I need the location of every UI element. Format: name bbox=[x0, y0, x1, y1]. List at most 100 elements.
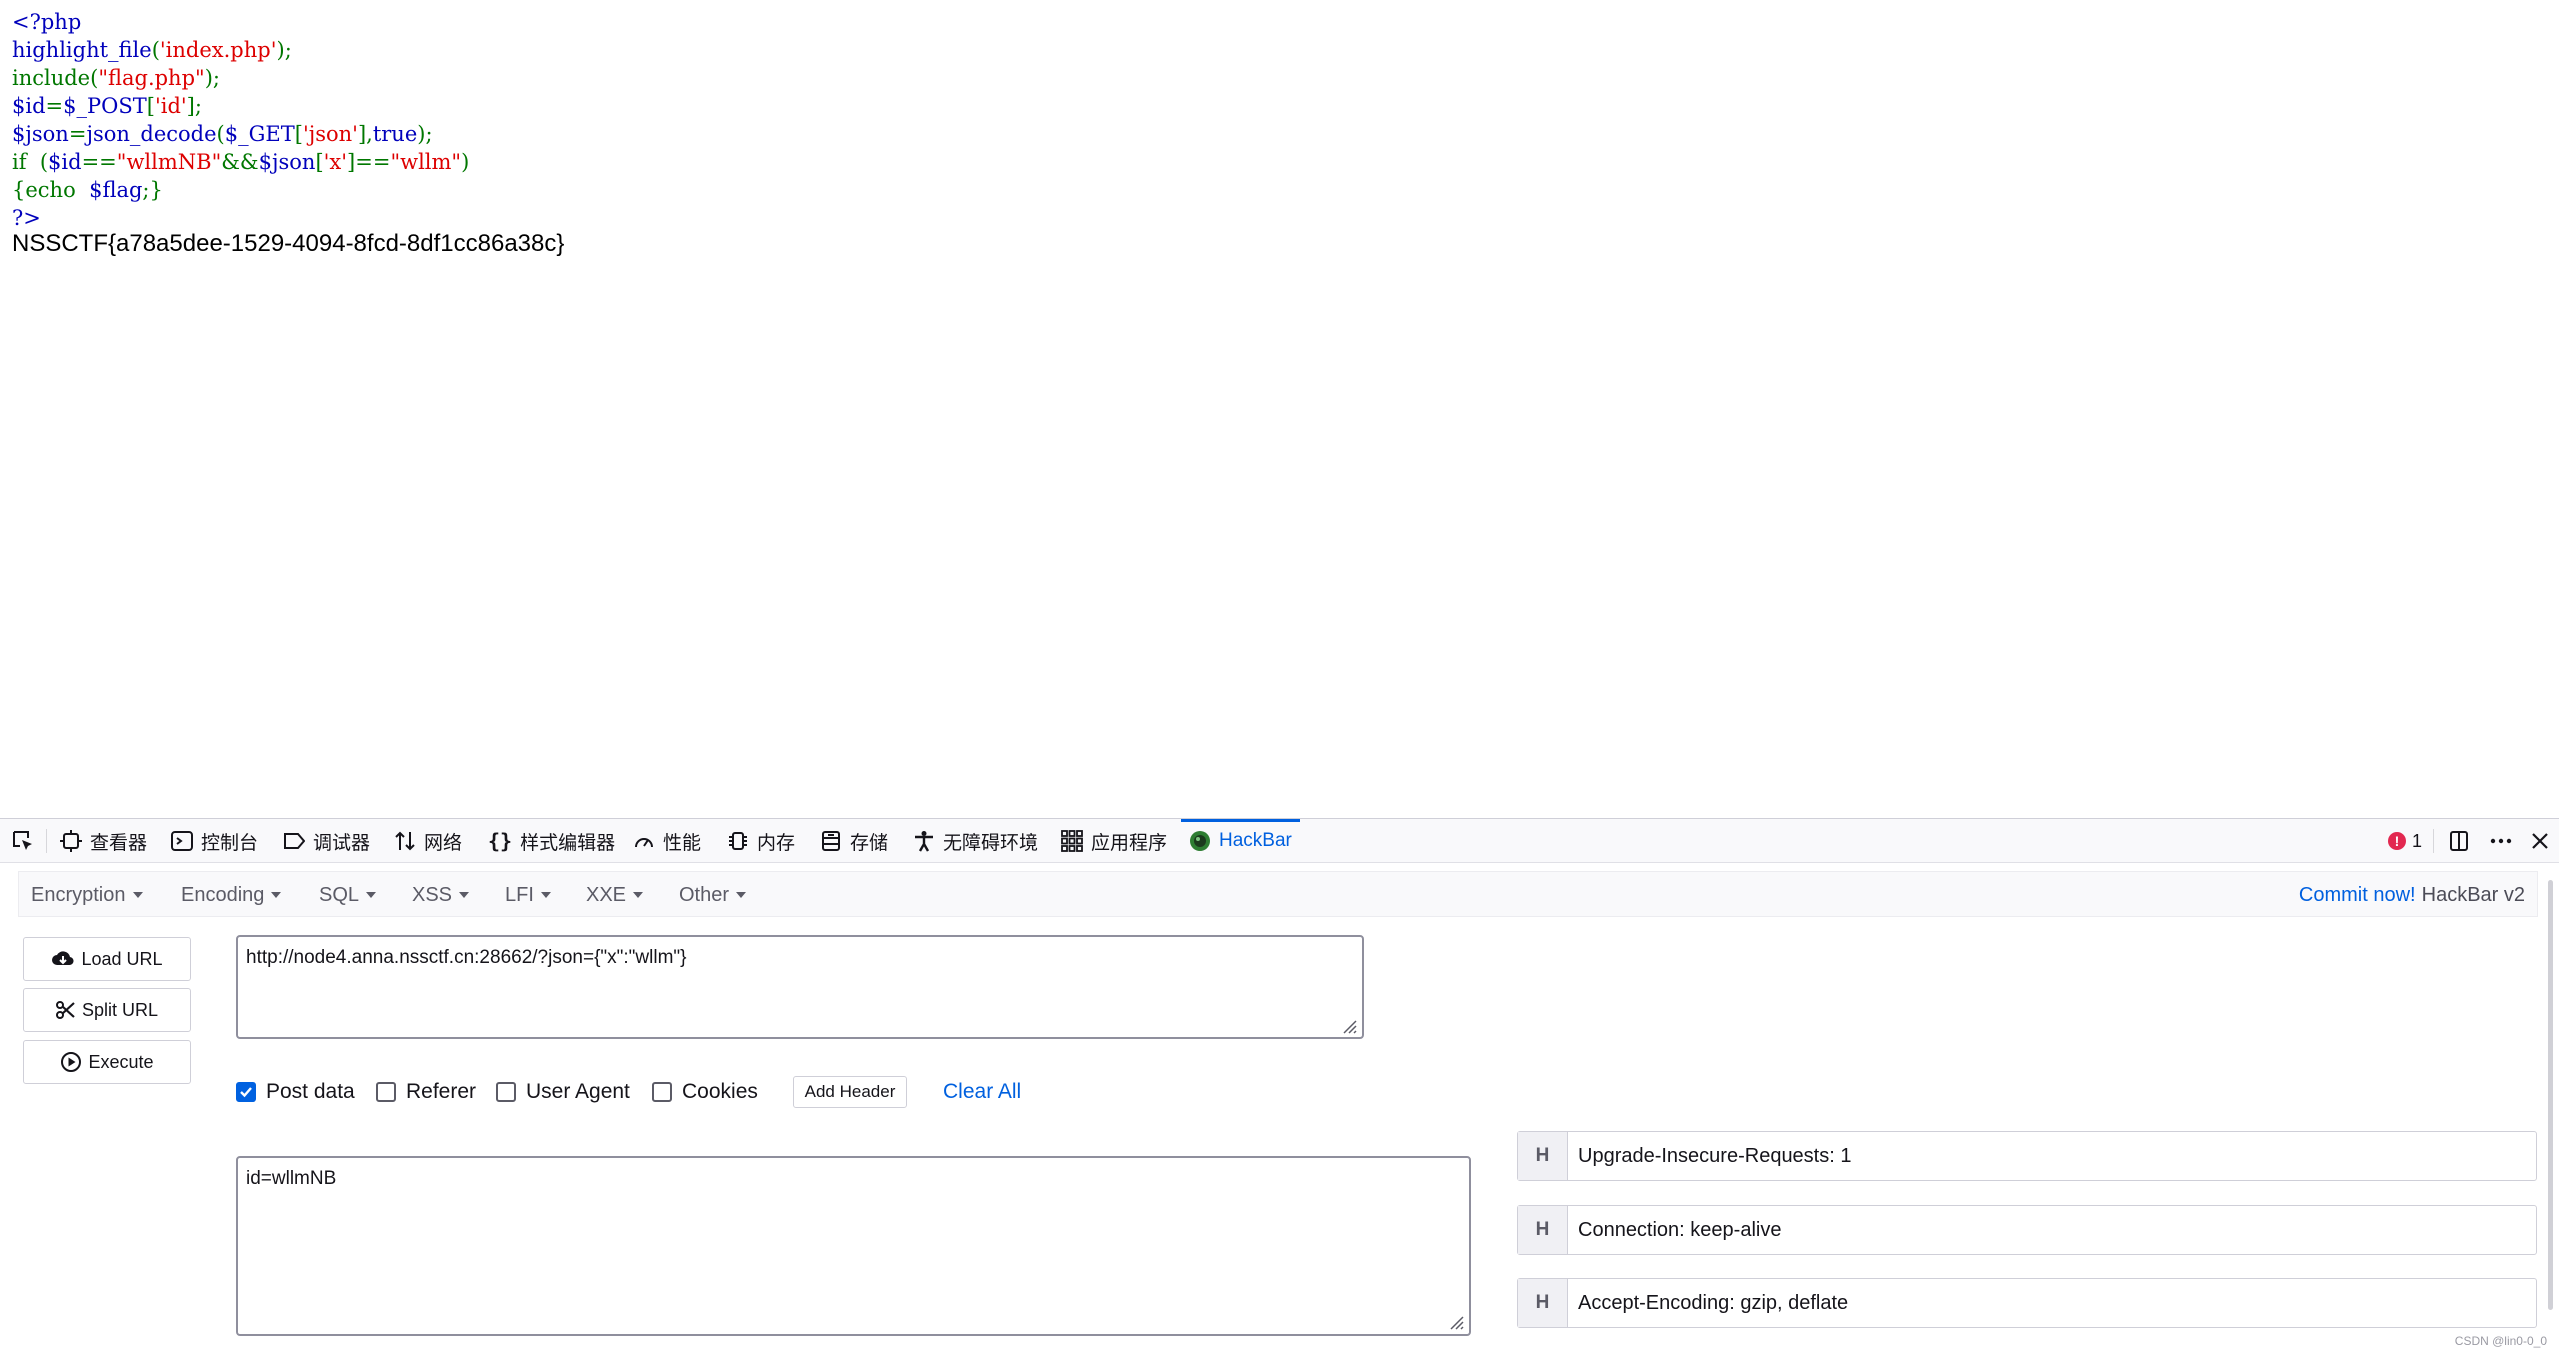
error-counter[interactable]: ! 1 bbox=[2388, 819, 2422, 863]
post-data-checkbox[interactable]: Post data bbox=[236, 1077, 355, 1107]
tab-debugger[interactable]: 调试器 bbox=[283, 819, 370, 863]
code-token: ); bbox=[276, 38, 292, 62]
code-line: <?php bbox=[12, 8, 469, 36]
code-token: [ bbox=[146, 94, 155, 118]
header-value[interactable]: Connection: keep-alive bbox=[1568, 1206, 2536, 1254]
code-token: == bbox=[81, 150, 117, 174]
checkbox-icon bbox=[652, 1082, 672, 1102]
post-data-label: Post data bbox=[266, 1080, 355, 1103]
hackbar-version: HackBar v2 bbox=[2421, 883, 2525, 906]
menu-xxe[interactable]: XXE bbox=[586, 872, 644, 918]
memory-chip-icon bbox=[729, 832, 747, 850]
code-token: include( bbox=[12, 66, 99, 90]
commit-link[interactable]: Commit now! HackBar v2 bbox=[2299, 872, 2525, 918]
caret-down-icon bbox=[540, 892, 551, 898]
header-row[interactable]: H Upgrade-Insecure-Requests: 1 bbox=[1517, 1131, 2537, 1181]
tab-label: 查看器 bbox=[90, 832, 148, 854]
code-token: highlight_file bbox=[12, 38, 152, 62]
code-line: highlight_file('index.php'); bbox=[12, 36, 469, 64]
tab-storage[interactable]: 存储 bbox=[820, 819, 888, 863]
menu-label: LFI bbox=[505, 883, 534, 906]
checkbox-icon bbox=[496, 1082, 516, 1102]
commit-now-link[interactable]: Commit now! bbox=[2299, 884, 2416, 907]
tab-network[interactable]: 网络 bbox=[394, 819, 462, 863]
code-token: if bbox=[12, 150, 40, 174]
code-token: ]== bbox=[347, 150, 391, 174]
code-token: ]; bbox=[186, 94, 202, 118]
cookies-label: Cookies bbox=[682, 1080, 758, 1103]
header-value[interactable]: Accept-Encoding: gzip, deflate bbox=[1568, 1279, 2536, 1327]
caret-down-icon bbox=[459, 892, 470, 898]
code-token: = bbox=[45, 94, 64, 118]
error-icon: ! bbox=[2388, 832, 2406, 850]
user-agent-checkbox[interactable]: User Agent bbox=[496, 1077, 630, 1107]
user-agent-label: User Agent bbox=[526, 1080, 630, 1103]
url-input[interactable] bbox=[236, 935, 1364, 1039]
close-icon[interactable] bbox=[2527, 828, 2553, 854]
tab-label: 网络 bbox=[424, 832, 463, 854]
element-picker-icon[interactable] bbox=[10, 828, 36, 854]
tab-label: 应用程序 bbox=[1091, 832, 1168, 854]
menu-other[interactable]: Other bbox=[679, 872, 747, 918]
caret-down-icon bbox=[271, 892, 282, 898]
caret-down-icon bbox=[366, 892, 377, 898]
post-data-input[interactable] bbox=[236, 1156, 1471, 1336]
code-token: true bbox=[372, 122, 418, 146]
code-token: ( bbox=[39, 150, 49, 174]
execute-button[interactable]: Execute bbox=[23, 1040, 191, 1084]
tab-hackbar[interactable]: HackBar bbox=[1181, 819, 1300, 863]
cookies-checkbox[interactable]: Cookies bbox=[652, 1077, 758, 1107]
tab-accessibility[interactable]: 无障碍环境 bbox=[913, 819, 1038, 863]
split-url-button[interactable]: Split URL bbox=[23, 988, 191, 1032]
network-icon bbox=[395, 831, 415, 851]
tab-performance[interactable]: 性能 bbox=[633, 819, 701, 863]
more-options-icon[interactable] bbox=[2488, 828, 2514, 854]
code-token: $id bbox=[12, 94, 46, 118]
code-token: ( bbox=[151, 38, 160, 62]
split-url-label: Split URL bbox=[81, 999, 159, 1020]
tab-memory[interactable]: 内存 bbox=[727, 819, 795, 863]
code-token: ) bbox=[461, 150, 470, 174]
menu-encryption[interactable]: Encryption bbox=[31, 872, 143, 918]
header-row[interactable]: H Accept-Encoding: gzip, deflate bbox=[1517, 1278, 2537, 1328]
vertical-scrollbar[interactable] bbox=[2548, 880, 2553, 1310]
devtools-toolbar: 查看器 控制台 调试器 网络 {} 样式编辑器 性能 内存 存储 无障碍环境 应… bbox=[0, 819, 2559, 863]
header-key: H bbox=[1518, 1132, 1568, 1180]
gauge-icon bbox=[635, 838, 653, 848]
code-token: {echo bbox=[12, 178, 90, 202]
menu-label: Encryption bbox=[31, 883, 126, 906]
watermark: CSDN @lin0-0_0 bbox=[2454, 1334, 2547, 1348]
tab-inspector[interactable]: 查看器 bbox=[60, 819, 147, 863]
tab-application[interactable]: 应用程序 bbox=[1061, 819, 1167, 863]
menu-sql[interactable]: SQL bbox=[319, 872, 377, 918]
menu-lfi[interactable]: LFI bbox=[505, 872, 551, 918]
tab-label: 存储 bbox=[850, 832, 889, 854]
code-token: "wllm" bbox=[390, 150, 462, 174]
add-header-button[interactable]: Add Header bbox=[793, 1076, 907, 1108]
tab-label: HackBar bbox=[1219, 830, 1292, 851]
header-value[interactable]: Upgrade-Insecure-Requests: 1 bbox=[1568, 1132, 2536, 1180]
code-token: ?> bbox=[12, 206, 41, 230]
caret-down-icon bbox=[633, 892, 644, 898]
caret-down-icon bbox=[132, 892, 143, 898]
menu-xss[interactable]: XSS bbox=[412, 872, 470, 918]
code-token: "flag.php" bbox=[98, 66, 205, 90]
code-token: [ bbox=[294, 122, 303, 146]
php-source-code: <?php highlight_file('index.php'); include… bbox=[12, 8, 469, 232]
clear-all-link[interactable]: Clear All bbox=[943, 1077, 1021, 1107]
code-token: json_decode bbox=[86, 122, 217, 146]
code-token: [ bbox=[315, 150, 324, 174]
load-url-label: Load URL bbox=[81, 948, 163, 969]
referer-checkbox[interactable]: Referer bbox=[376, 1077, 476, 1107]
dock-side-icon[interactable] bbox=[2446, 828, 2472, 854]
tab-console[interactable]: 控制台 bbox=[171, 819, 258, 863]
header-row[interactable]: H Connection: keep-alive bbox=[1517, 1205, 2537, 1255]
inspector-icon bbox=[60, 830, 82, 852]
braces-icon: {} bbox=[488, 829, 513, 853]
code-token: <?php bbox=[12, 10, 82, 34]
error-count: 1 bbox=[2412, 830, 2423, 851]
tab-style-editor[interactable]: {} 样式编辑器 bbox=[488, 819, 615, 863]
code-line: include("flag.php"); bbox=[12, 64, 469, 92]
load-url-button[interactable]: Load URL bbox=[23, 937, 191, 981]
menu-encoding[interactable]: Encoding bbox=[181, 872, 282, 918]
